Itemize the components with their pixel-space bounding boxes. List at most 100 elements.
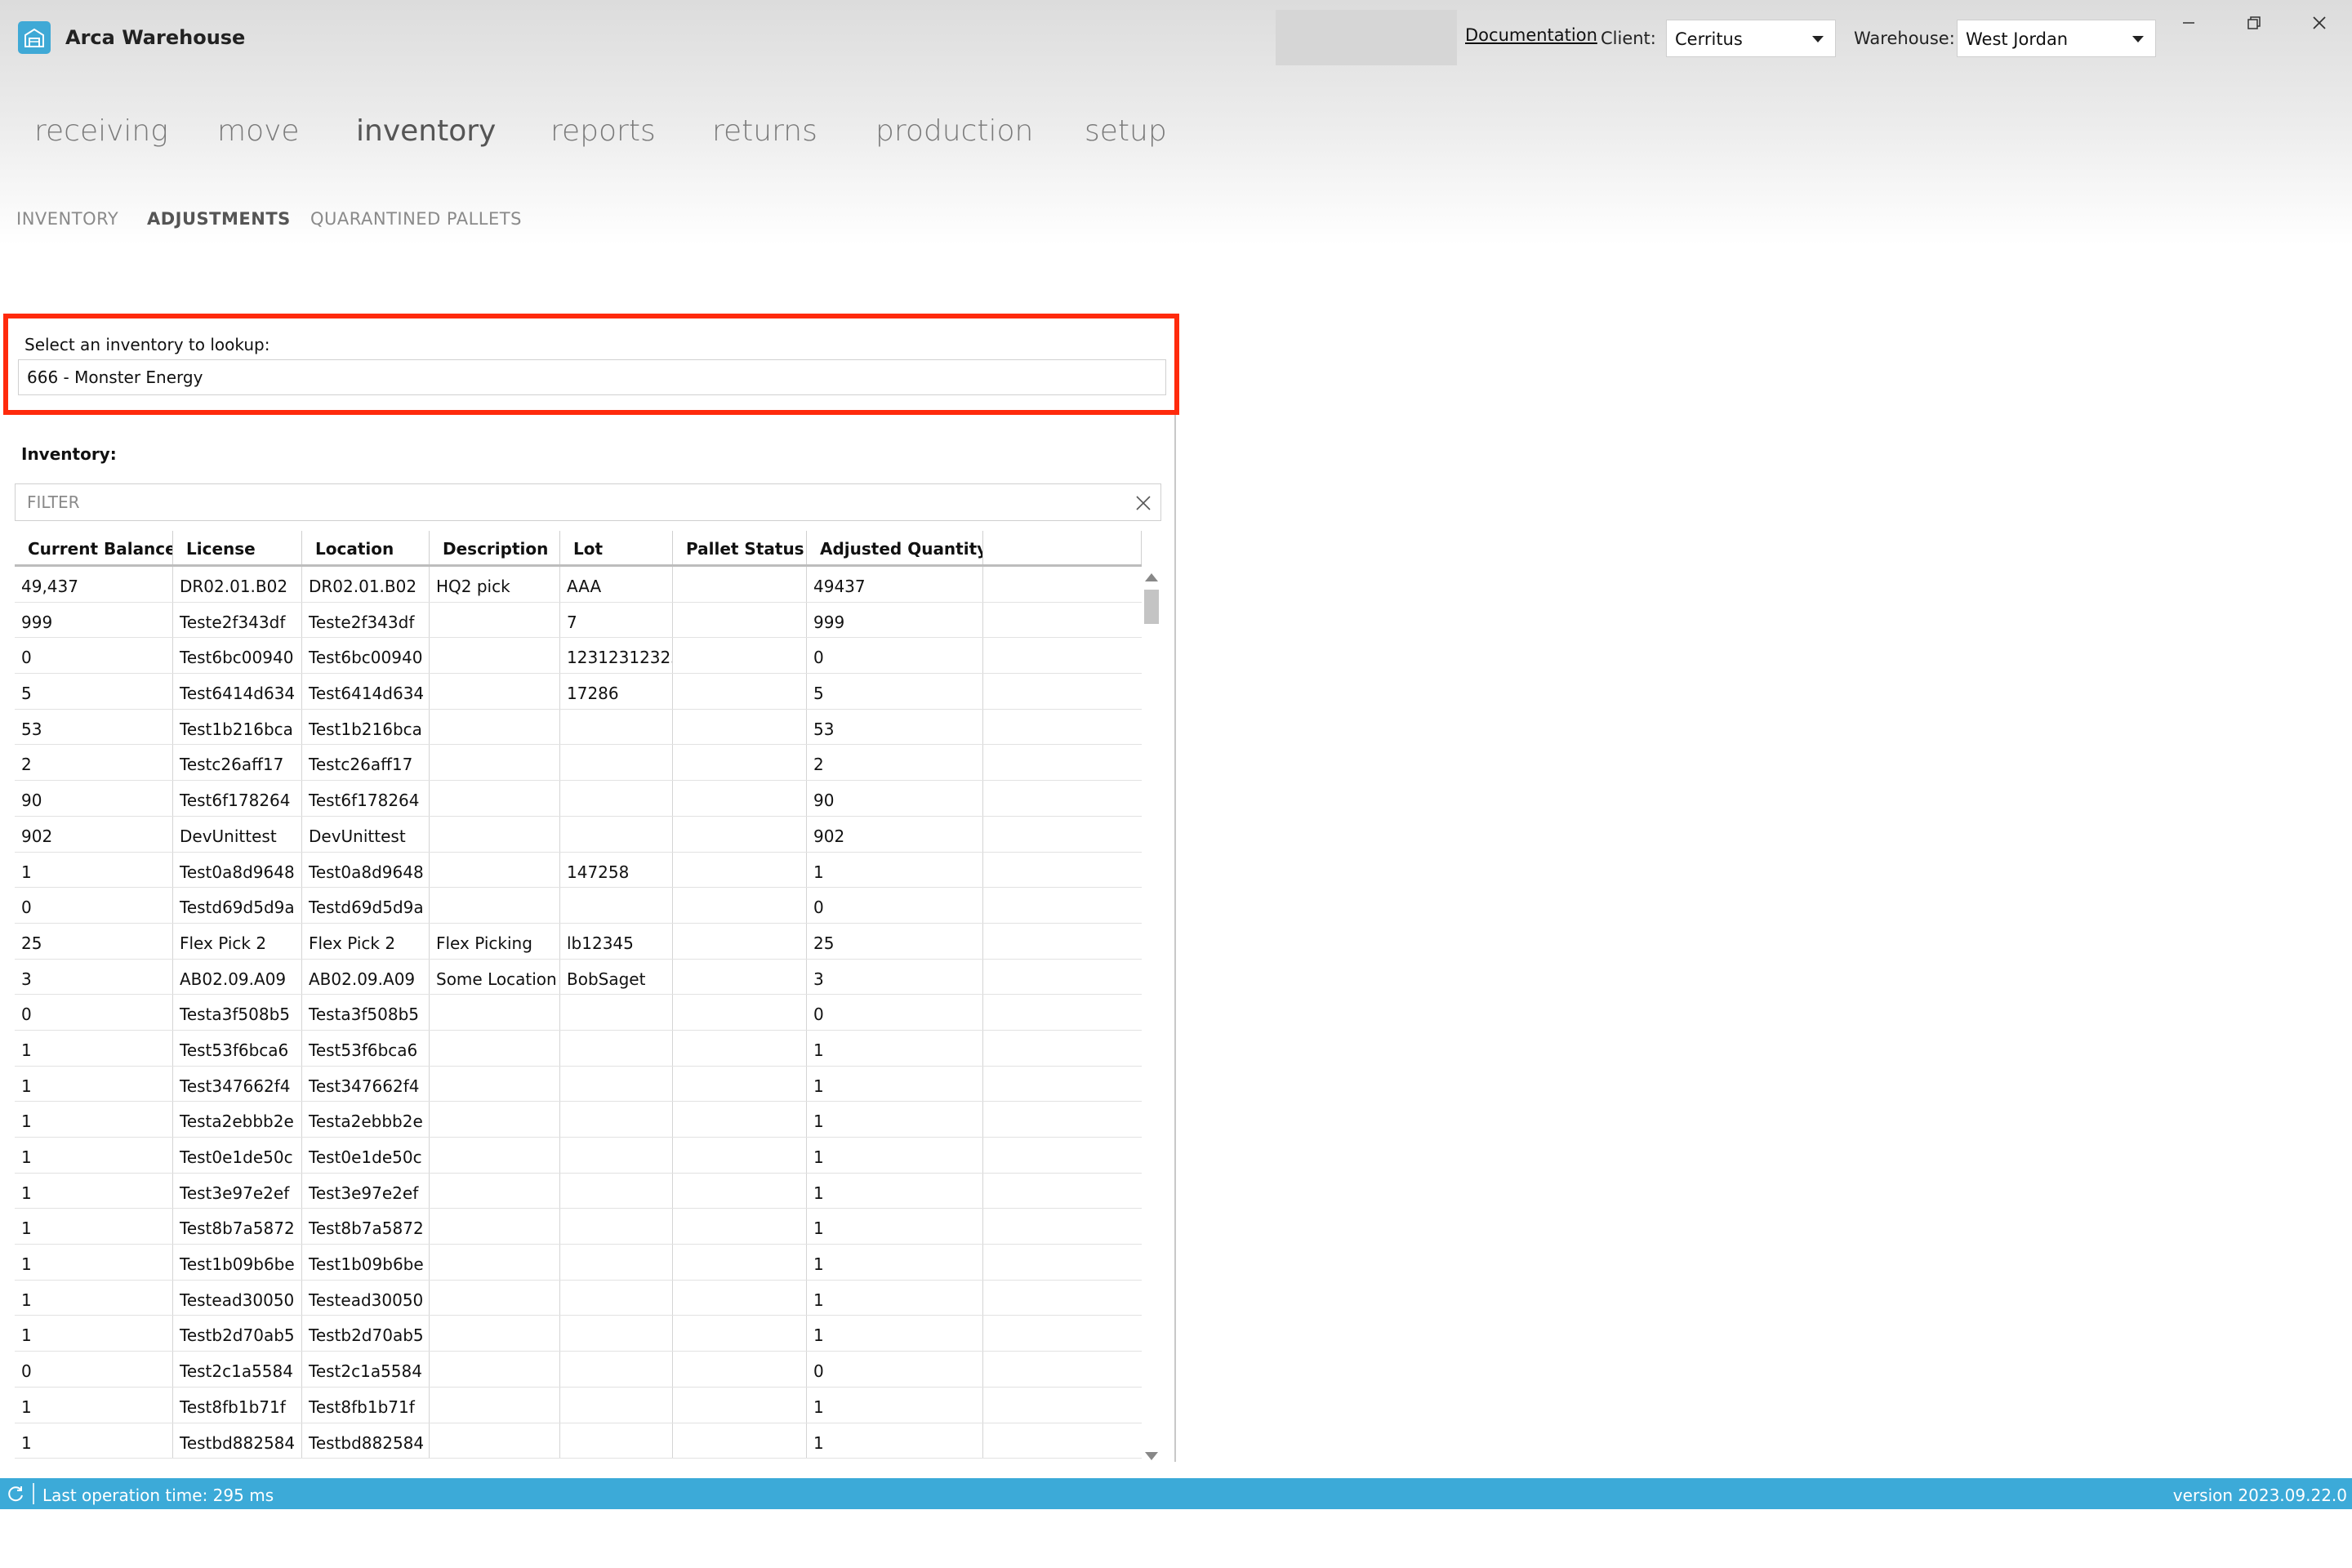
table-row[interactable]: 0 Test2c1a5584 Test2c1a5584 0 <box>15 1352 1142 1388</box>
table-row[interactable]: 1 Testb2d70ab5 Testb2d70ab5 1 <box>15 1316 1142 1352</box>
cell-current-balance: 0 <box>15 888 173 923</box>
cell-pallet-status <box>673 1102 807 1137</box>
tab-returns[interactable]: returns <box>712 114 817 148</box>
cell-description <box>430 638 560 674</box>
restore-button[interactable] <box>2238 10 2270 34</box>
cell-location: Test6414d634 <box>302 674 430 709</box>
column-header-location[interactable]: Location <box>302 531 430 564</box>
clear-filter-button[interactable] <box>1133 492 1154 514</box>
cell-lot <box>560 1316 673 1352</box>
cell-description <box>430 745 560 781</box>
tab-setup[interactable]: setup <box>1085 114 1167 148</box>
last-operation-time: Last operation time: 295 ms <box>42 1486 274 1505</box>
cell-spacer <box>983 1245 1142 1280</box>
cell-spacer <box>983 567 1142 602</box>
cell-spacer <box>983 1102 1142 1137</box>
cell-description <box>430 1173 560 1209</box>
tab-reports[interactable]: reports <box>550 114 656 148</box>
cell-lot <box>560 1245 673 1280</box>
cell-spacer <box>983 1209 1142 1244</box>
documentation-link[interactable]: Documentation <box>1465 25 1597 45</box>
column-header-current-balance[interactable]: Current Balance <box>15 531 173 564</box>
inventory-lookup-input[interactable] <box>18 359 1166 395</box>
table-row[interactable]: 5 Test6414d634 Test6414d634 17286 5 <box>15 674 1142 710</box>
cell-location: Testc26aff17 <box>302 745 430 781</box>
table-row[interactable]: 90 Test6f178264 Test6f178264 90 <box>15 781 1142 817</box>
cell-license: Testd69d5d9a <box>173 888 302 923</box>
column-header-pallet-status[interactable]: Pallet Status <box>673 531 807 564</box>
table-row[interactable]: 1 Test8b7a5872 Test8b7a5872 1 <box>15 1209 1142 1245</box>
table-row[interactable]: 1 Testead30050 Testead30050 1 <box>15 1280 1142 1316</box>
cell-lot: lb12345 <box>560 923 673 959</box>
warehouse-label: Warehouse: <box>1854 29 1955 48</box>
table-row[interactable]: 1 Test8fb1b71f Test8fb1b71f 1 <box>15 1387 1142 1423</box>
table-row[interactable]: 1 Test3e97e2ef Test3e97e2ef 1 <box>15 1173 1142 1209</box>
cell-adjusted-quantity: 1 <box>807 1102 983 1137</box>
tab-inventory[interactable]: inventory <box>356 114 496 148</box>
minimize-button[interactable] <box>2172 10 2205 34</box>
table-row[interactable]: 999 Teste2f343df Teste2f343df 7 999 <box>15 602 1142 639</box>
cell-description <box>430 888 560 923</box>
table-row[interactable]: 902 DevUnittest DevUnittest 902 <box>15 816 1142 853</box>
column-header-license[interactable]: License <box>173 531 302 564</box>
cell-adjusted-quantity: 1 <box>807 1280 983 1316</box>
cell-location: Test3e97e2ef <box>302 1173 430 1209</box>
table-row[interactable]: 49,437 DR02.01.B02 DR02.01.B02 HQ2 pick AAA 4… <box>15 567 1142 603</box>
cell-location: Testead30050 <box>302 1280 430 1316</box>
subtab-inventory[interactable]: INVENTORY <box>16 209 118 229</box>
subtab-quarantined-pallets[interactable]: QUARANTINED PALLETS <box>310 209 522 229</box>
table-row[interactable]: 3 AB02.09.A09 AB02.09.A09 Some Location BobS… <box>15 959 1142 996</box>
table-row[interactable]: 1 Testbd882584 Testbd882584 1 <box>15 1423 1142 1459</box>
cell-license: AB02.09.A09 <box>173 959 302 995</box>
cell-adjusted-quantity: 1 <box>807 1138 983 1173</box>
table-row[interactable]: 53 Test1b216bca Test1b216bca 53 <box>15 709 1142 746</box>
tab-receiving[interactable]: receiving <box>34 114 168 148</box>
table-row[interactable]: 1 Test0e1de50c Test0e1de50c 1 <box>15 1138 1142 1174</box>
cell-description <box>430 995 560 1030</box>
app-title: Arca Warehouse <box>65 26 246 49</box>
table-row[interactable]: 2 Testc26aff17 Testc26aff17 2 <box>15 745 1142 782</box>
cell-location: Test8fb1b71f <box>302 1387 430 1423</box>
cell-lot: AAA <box>560 567 673 602</box>
table-row[interactable]: 25 Flex Pick 2 Flex Pick 2 Flex Picking lb12… <box>15 923 1142 960</box>
grid-scrollbar[interactable] <box>1142 568 1161 1460</box>
cell-spacer <box>983 781 1142 816</box>
inventory-label: Inventory: <box>21 444 117 464</box>
column-header-adjusted-quantity[interactable]: Adjusted Quantity <box>807 531 983 564</box>
scroll-thumb[interactable] <box>1144 590 1159 624</box>
cell-adjusted-quantity: 902 <box>807 816 983 852</box>
cell-lot <box>560 1352 673 1387</box>
cell-spacer <box>983 1352 1142 1387</box>
table-row[interactable]: 0 Testd69d5d9a Testd69d5d9a 0 <box>15 888 1142 924</box>
table-row[interactable]: 1 Test0a8d9648 Test0a8d9648 147258 1 <box>15 852 1142 889</box>
inventory-grid: Current Balance License Location Descrip… <box>15 531 1142 1459</box>
cell-adjusted-quantity: 1 <box>807 852 983 888</box>
tab-production[interactable]: production <box>875 114 1033 148</box>
table-row[interactable]: 0 Test6bc00940 Test6bc00940 12312312323 0 <box>15 638 1142 675</box>
refresh-icon[interactable] <box>7 1484 26 1503</box>
cell-current-balance: 1 <box>15 1423 173 1459</box>
cell-license: Testbd882584 <box>173 1423 302 1459</box>
table-row[interactable]: 0 Testa3f508b5 Testa3f508b5 0 <box>15 995 1142 1031</box>
cell-location: Test53f6bca6 <box>302 1030 430 1066</box>
subtab-adjustments[interactable]: ADJUSTMENTS <box>147 209 291 229</box>
cell-license: Test0a8d9648 <box>173 852 302 888</box>
cell-description <box>430 1423 560 1459</box>
scroll-up-icon[interactable] <box>1145 573 1158 581</box>
table-row[interactable]: 1 Test53f6bca6 Test53f6bca6 1 <box>15 1030 1142 1067</box>
table-row[interactable]: 1 Test1b09b6be Test1b09b6be 1 <box>15 1245 1142 1281</box>
scroll-down-icon[interactable] <box>1145 1452 1158 1460</box>
cell-pallet-status <box>673 745 807 781</box>
cell-pallet-status <box>673 1387 807 1423</box>
table-row[interactable]: 1 Test347662f4 Test347662f4 1 <box>15 1066 1142 1102</box>
cell-lot <box>560 1209 673 1245</box>
column-header-description[interactable]: Description <box>430 531 560 564</box>
filter-input[interactable] <box>16 484 1118 520</box>
column-header-lot[interactable]: Lot <box>560 531 673 564</box>
restore-icon <box>2247 16 2261 29</box>
close-button[interactable] <box>2303 10 2336 34</box>
warehouse-select[interactable]: West Jordan <box>1957 20 2156 57</box>
client-select[interactable]: Cerritus <box>1666 20 1836 57</box>
tab-move[interactable]: move <box>217 114 300 148</box>
table-row[interactable]: 1 Testa2ebbb2e Testa2ebbb2e 1 <box>15 1102 1142 1138</box>
